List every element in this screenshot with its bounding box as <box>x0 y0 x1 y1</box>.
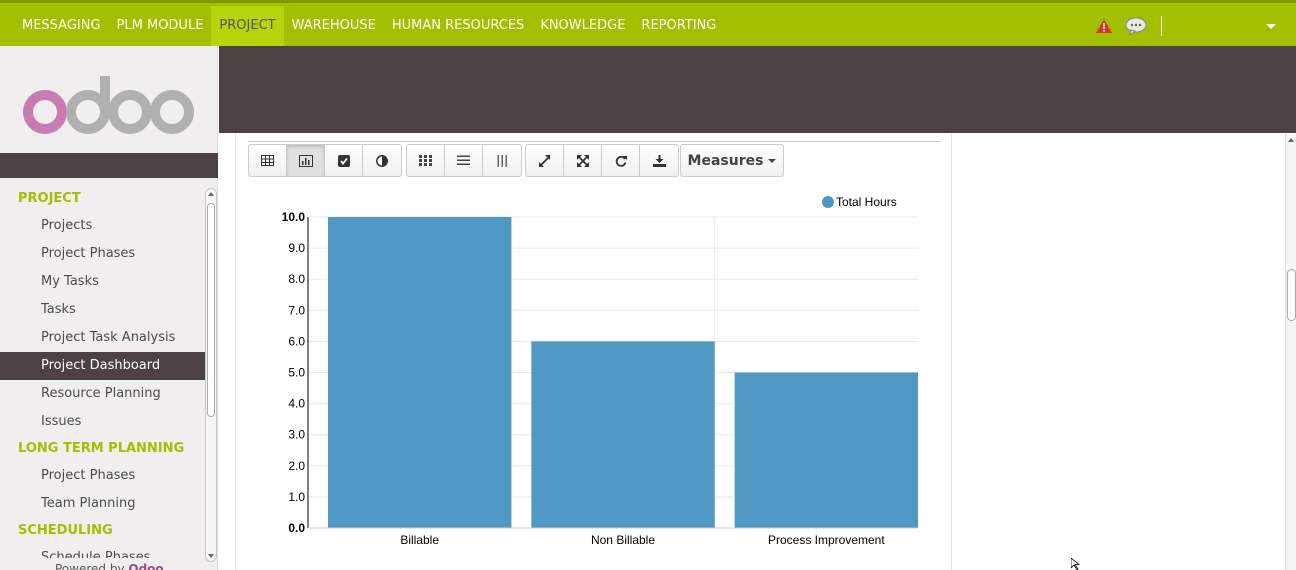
odoo-logo <box>23 76 194 134</box>
page-scroll-thumb[interactable] <box>1287 269 1296 321</box>
bar-chart: 0.0 1.0 2.0 3.0 4.0 5.0 6.0 7.0 8.0 9.0 10.0 Billab… <box>282 195 918 547</box>
menu-reporting[interactable]: REPORTING <box>633 6 724 46</box>
bar-chart-button[interactable] <box>287 145 325 176</box>
sidebar-item-tasks[interactable]: Tasks <box>0 296 205 324</box>
x-tick-label: Process Improvement <box>768 533 885 547</box>
page-scrollbar[interactable] <box>1285 134 1296 570</box>
section-long-term-planning: LONG TERM PLANNING <box>18 441 185 456</box>
sidebar-item-team-planning[interactable]: Team Planning <box>0 490 205 518</box>
grid-icon <box>419 155 432 166</box>
sidebar-item-projects[interactable]: Projects <box>0 212 205 240</box>
expand-icon <box>538 154 550 167</box>
bar-process-improvement <box>734 372 918 528</box>
measures-label: Measures <box>687 152 764 169</box>
menu-warehouse[interactable]: WAREHOUSE <box>284 6 384 46</box>
sidebar-item-resource-planning[interactable]: Resource Planning <box>0 380 205 408</box>
menu-knowledge[interactable]: KNOWLEDGE <box>532 6 633 46</box>
y-tick-label: 7.0 <box>288 303 305 317</box>
y-tick-label: 3.0 <box>288 428 305 442</box>
legend-label: Total Hours <box>836 195 897 209</box>
table-icon <box>261 155 274 166</box>
mouse-cursor-icon <box>1071 558 1081 570</box>
content-divider <box>248 141 940 142</box>
measures-dropdown[interactable]: Measures <box>680 144 784 177</box>
sidebar-item-project-dashboard[interactable]: Project Dashboard <box>0 352 205 380</box>
menu-project[interactable]: PROJECT <box>211 6 284 46</box>
expand-button[interactable] <box>526 145 564 176</box>
y-tick-label: 1.0 <box>288 490 305 504</box>
sidebar-menu: PROJECT Projects Project Phases My Tasks… <box>0 186 205 558</box>
x-tick-label: Non Billable <box>591 533 655 547</box>
y-tick-label: 9.0 <box>288 241 305 255</box>
menu-plm-module[interactable]: PLM MODULE <box>109 6 212 46</box>
sidebar-item-schedule-phases[interactable]: Schedule Phases <box>0 544 205 558</box>
pivot-table-button[interactable] <box>249 145 287 176</box>
chat-icon[interactable] <box>1125 17 1147 35</box>
menu-human-resources[interactable]: HUMAN RESOURCES <box>384 6 532 46</box>
y-tick-label: 8.0 <box>288 272 305 286</box>
section-scheduling: SCHEDULING <box>18 523 113 538</box>
sidebar-item-my-tasks[interactable]: My Tasks <box>0 268 205 296</box>
actions-group <box>525 144 679 177</box>
grid-view-button[interactable] <box>407 145 445 176</box>
scroll-up-icon[interactable] <box>1288 138 1294 142</box>
download-icon <box>652 154 666 167</box>
sidebar-item-ltp-project-phases[interactable]: Project Phases <box>0 462 205 490</box>
menu-messaging[interactable]: MESSAGING <box>14 6 109 46</box>
sidebar-header-bar <box>0 153 218 178</box>
sidebar-scroll-thumb[interactable] <box>207 203 215 417</box>
legend-marker <box>822 196 834 208</box>
fullscreen-button[interactable] <box>564 145 602 176</box>
x-tick-label: Billable <box>400 533 439 547</box>
sidebar-scrollbar[interactable] <box>205 188 217 562</box>
bar-chart-icon <box>298 154 313 167</box>
y-tick-label: 6.0 <box>288 334 305 348</box>
powered-by-label: Powered by <box>55 562 125 570</box>
warning-icon[interactable] <box>1095 18 1113 34</box>
y-tick-label: 2.0 <box>288 459 305 473</box>
y-tick-label: 5.0 <box>288 366 305 380</box>
topbar-right <box>1095 6 1296 46</box>
y-tick-label: 4.0 <box>288 397 305 411</box>
powered-by-brand[interactable]: Odoo <box>128 562 163 570</box>
main-menu: MESSAGING PLM MODULE PROJECT WAREHOUSE H… <box>14 6 724 46</box>
columns-view-button[interactable] <box>483 145 521 176</box>
bar-non-billable <box>531 341 715 528</box>
refresh-icon <box>615 155 627 167</box>
sidebar-item-project-task-analysis[interactable]: Project Task Analysis <box>0 324 205 352</box>
contrast-icon <box>376 154 388 167</box>
y-tick-label: 0.0 <box>288 521 305 535</box>
sidebar-item-issues[interactable]: Issues <box>0 408 205 436</box>
caret-down-icon <box>768 158 777 163</box>
section-project: PROJECT <box>18 191 81 206</box>
reload-button[interactable] <box>602 145 640 176</box>
sidebar-item-project-phases[interactable]: Project Phases <box>0 240 205 268</box>
view-header <box>219 46 1296 133</box>
powered-by: Powered by Odoo <box>55 562 164 570</box>
rows-view-button[interactable] <box>445 145 483 176</box>
chart-type-group <box>248 144 402 177</box>
user-menu-chevron-down-icon[interactable] <box>1266 23 1276 29</box>
download-button[interactable] <box>640 145 678 176</box>
list-icon <box>457 155 470 165</box>
scroll-up-icon[interactable] <box>208 192 214 196</box>
sidebar: PROJECT Projects Project Phases My Tasks… <box>0 46 218 570</box>
top-navbar: MESSAGING PLM MODULE PROJECT WAREHOUSE H… <box>0 0 1296 46</box>
bar-billable <box>328 217 512 528</box>
pie-chart-button[interactable] <box>363 145 401 176</box>
line-chart-button[interactable] <box>325 145 363 176</box>
columns-icon <box>497 154 507 167</box>
y-tick-label: 10.0 <box>282 210 306 224</box>
topbar-separator <box>1161 16 1162 36</box>
scroll-down-icon[interactable] <box>208 554 214 558</box>
fullscreen-icon <box>576 154 589 167</box>
layout-group <box>406 144 522 177</box>
checkbox-icon <box>337 154 350 167</box>
